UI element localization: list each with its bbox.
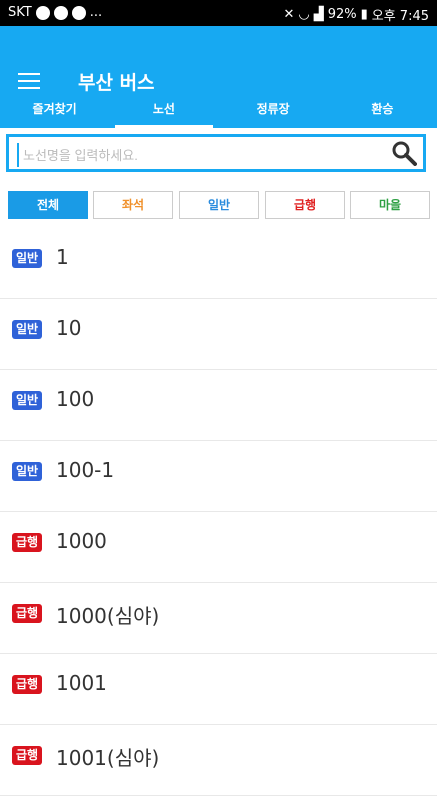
filter-general[interactable]: 일반 [179, 191, 259, 219]
route-type-badge: 일반 [12, 249, 43, 268]
route-type-badge: 급행 [12, 604, 43, 623]
notification-icon [35, 5, 50, 20]
route-number: 1001(심야) [56, 746, 160, 770]
route-row[interactable]: 급행 1001 [0, 654, 437, 725]
battery-percent: 92% [327, 7, 357, 22]
route-row[interactable]: 일반 10 [0, 299, 437, 370]
status-right: ✕ ◡ ▟ 92% ▮ 오후 7:45 [283, 5, 429, 24]
tab-routes[interactable]: 노선 [109, 88, 218, 128]
filter-village[interactable]: 마을 [350, 191, 430, 219]
hamburger-menu-icon[interactable] [18, 73, 40, 89]
mute-icon: ✕ [283, 7, 295, 22]
route-type-badge: 일반 [12, 391, 43, 410]
post-icon [53, 5, 68, 20]
route-number: 1000(심야) [56, 604, 160, 628]
search-box [6, 134, 426, 172]
search-icon[interactable] [391, 140, 417, 166]
carrier-label: SKT [8, 5, 32, 20]
status-bar: SKT ... ✕ ◡ ▟ 92% ▮ 오후 7:45 [0, 0, 437, 26]
clock: 오후 7:45 [371, 9, 429, 24]
tab-transfer[interactable]: 환승 [328, 88, 437, 128]
route-type-badge: 급행 [12, 533, 43, 552]
filter-seat[interactable]: 좌석 [93, 191, 173, 219]
route-row[interactable]: 일반 100 [0, 370, 437, 441]
signal-icon: ▟ [313, 7, 324, 22]
route-type-badge: 급행 [12, 675, 43, 694]
filter-express[interactable]: 급행 [265, 191, 345, 219]
route-type-badge: 일반 [12, 320, 43, 339]
route-list: 일반 1 일반 10 일반 100 일반 100-1 급행 1000 급행 10… [0, 228, 437, 796]
route-row[interactable]: 일반 1 [0, 228, 437, 299]
route-number: 1000 [56, 529, 107, 553]
tab-stops[interactable]: 정류장 [219, 88, 328, 128]
route-search-input[interactable] [17, 143, 395, 167]
tab-favorites[interactable]: 즐겨찾기 [0, 88, 109, 128]
route-number: 1001 [56, 671, 107, 695]
route-row[interactable]: 급행 1000 [0, 512, 437, 583]
chat-icon [71, 5, 86, 20]
route-type-badge: 일반 [12, 462, 43, 481]
route-type-badge: 급행 [12, 746, 43, 765]
route-row[interactable]: 일반 100-1 [0, 441, 437, 512]
status-left: SKT ... [8, 5, 102, 20]
route-number: 100-1 [56, 458, 115, 482]
route-number: 10 [56, 316, 82, 340]
battery-icon: ▮ [360, 7, 368, 22]
wifi-icon: ◡ [298, 7, 310, 22]
route-row[interactable]: 급행 1000(심야) [0, 583, 437, 654]
route-row[interactable]: 급행 1001(심야) [0, 725, 437, 796]
more-notifications: ... [89, 5, 103, 20]
filter-all[interactable]: 전체 [8, 191, 88, 219]
tab-bar: 즐겨찾기 노선 정류장 환승 [0, 88, 437, 128]
route-number: 100 [56, 387, 95, 411]
route-number: 1 [56, 245, 69, 269]
filter-bar: 전체 좌석 일반 급행 마을 [8, 191, 430, 219]
